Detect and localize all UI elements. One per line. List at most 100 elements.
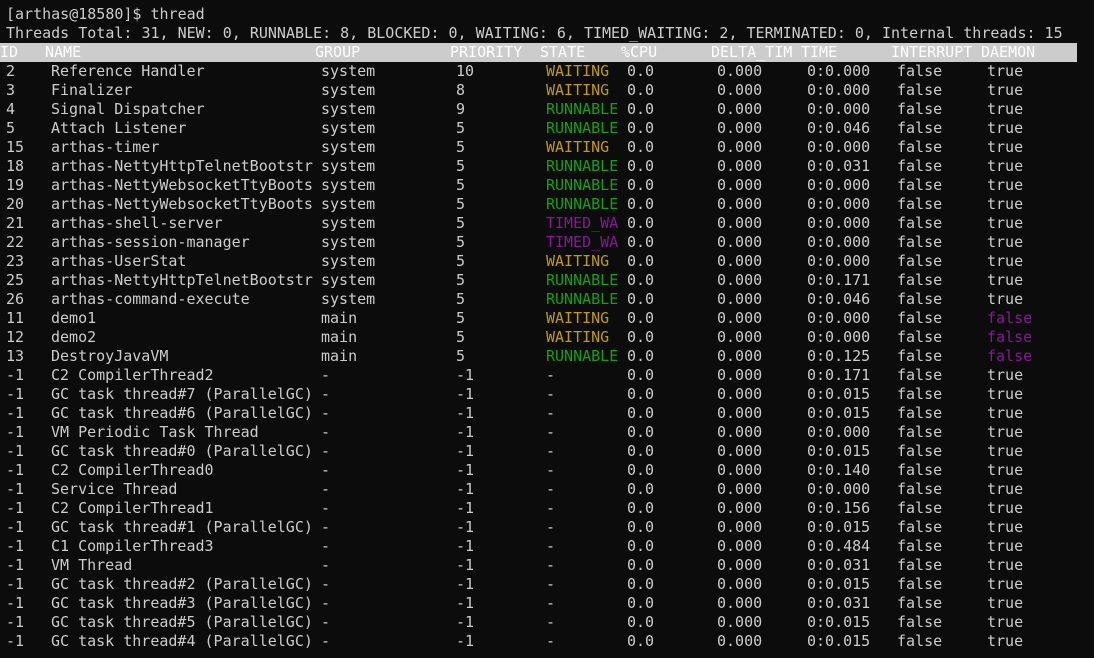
thread-daemon: true <box>987 157 1024 175</box>
thread-interrupt: false <box>897 537 943 555</box>
thread-interrupt: false <box>897 575 943 593</box>
thread-daemon: true <box>987 385 1024 403</box>
header-interrupt: INTERRUPT <box>891 43 973 61</box>
thread-group: system <box>321 290 376 308</box>
thread-state: RUNNABLE <box>546 347 619 365</box>
header-delta-time: DELTA_TIM <box>711 43 793 61</box>
header-group: GROUP <box>315 43 361 61</box>
thread-id: -1 <box>6 499 25 517</box>
table-header: ID NAME GROUP PRIORITY STATE %CPU DELTA_… <box>0 43 1077 62</box>
thread-priority: -1 <box>456 556 475 574</box>
thread-state: - <box>546 613 556 631</box>
thread-state: WAITING <box>546 252 610 270</box>
thread-group: - <box>321 461 331 479</box>
thread-time: 0:0.000 <box>807 138 871 156</box>
thread-priority: 5 <box>456 195 466 213</box>
thread-id: 13 <box>6 347 25 365</box>
thread-group: system <box>321 252 376 270</box>
thread-priority: 5 <box>456 328 466 346</box>
thread-name: C2 CompilerThread1 <box>51 499 214 517</box>
thread-daemon: false <box>987 328 1033 346</box>
thread-state: RUNNABLE <box>546 176 619 194</box>
thread-delta-time: 0.000 <box>717 575 763 593</box>
table-row: 22 arthas-session-manager system 5 TIMED_WA 0… <box>6 233 1094 252</box>
thread-delta-time: 0.000 <box>717 81 763 99</box>
thread-interrupt: false <box>897 556 943 574</box>
thread-id: 21 <box>6 214 25 232</box>
thread-state: - <box>546 442 556 460</box>
table-row: 21 arthas-shell-server system 5 TIMED_WA 0.0 0… <box>6 214 1094 233</box>
thread-priority: 5 <box>456 176 466 194</box>
thread-name: arthas-session-manager <box>51 233 250 251</box>
thread-priority: 5 <box>456 290 466 308</box>
thread-state: RUNNABLE <box>546 119 619 137</box>
header-name: NAME <box>45 43 82 61</box>
table-row: 25 arthas-NettyHttpTelnetBootstr system 5 RU… <box>6 271 1094 290</box>
thread-cpu: 0.0 <box>627 347 655 365</box>
thread-daemon: true <box>987 461 1024 479</box>
thread-time: 0:0.015 <box>807 385 871 403</box>
thread-id: 3 <box>6 81 16 99</box>
thread-state: WAITING <box>546 138 610 156</box>
thread-interrupt: false <box>897 233 943 251</box>
thread-state: WAITING <box>546 62 610 80</box>
thread-delta-time: 0.000 <box>717 309 763 327</box>
thread-daemon: true <box>987 575 1024 593</box>
thread-priority: 5 <box>456 214 466 232</box>
thread-cpu: 0.0 <box>627 100 655 118</box>
thread-name: GC task thread#0 (ParallelGC) <box>51 442 313 460</box>
table-row: -1 GC task thread#7 (ParallelGC) - -1-0.0 0.… <box>6 385 1094 404</box>
thread-group: main <box>321 309 358 327</box>
thread-cpu: 0.0 <box>627 138 655 156</box>
thread-cpu: 0.0 <box>627 537 655 555</box>
table-row: 11 demo1 main 5 WAITING 0.0 0.000 0:0.000 false f… <box>6 309 1094 328</box>
thread-interrupt: false <box>897 119 943 137</box>
thread-interrupt: false <box>897 138 943 156</box>
thread-group: - <box>321 366 331 384</box>
thread-delta-time: 0.000 <box>717 100 763 118</box>
thread-interrupt: false <box>897 518 943 536</box>
terminal-window[interactable]: [arthas@18580]$ thread Threads Total: 31… <box>0 0 1094 658</box>
thread-cpu: 0.0 <box>627 328 655 346</box>
table-row: -1 GC task thread#6 (ParallelGC) - -1-0.0 0.… <box>6 404 1094 423</box>
thread-priority: -1 <box>456 575 475 593</box>
thread-daemon: true <box>987 271 1024 289</box>
thread-daemon: true <box>987 632 1024 650</box>
thread-priority: -1 <box>456 537 475 555</box>
thread-priority: -1 <box>456 404 475 422</box>
thread-time: 0:0.140 <box>807 461 871 479</box>
thread-delta-time: 0.000 <box>717 499 763 517</box>
thread-priority: 5 <box>456 233 466 251</box>
table-row: 2 Reference Handler system 10 WAITING 0.0 0.00… <box>6 62 1094 81</box>
thread-time: 0:0.015 <box>807 518 871 536</box>
thread-state: RUNNABLE <box>546 100 619 118</box>
thread-daemon: true <box>987 423 1024 441</box>
thread-id: 19 <box>6 176 25 194</box>
thread-delta-time: 0.000 <box>717 252 763 270</box>
thread-group: - <box>321 556 331 574</box>
thread-priority: 5 <box>456 119 466 137</box>
thread-id: -1 <box>6 537 25 555</box>
thread-priority: -1 <box>456 385 475 403</box>
thread-name: Signal Dispatcher <box>51 100 205 118</box>
thread-interrupt: false <box>897 347 943 365</box>
thread-priority: -1 <box>456 480 475 498</box>
thread-group: - <box>321 385 331 403</box>
thread-time: 0:0.015 <box>807 632 871 650</box>
thread-cpu: 0.0 <box>627 214 655 232</box>
thread-time: 0:0.015 <box>807 613 871 631</box>
thread-name: C2 CompilerThread0 <box>51 461 214 479</box>
thread-daemon: true <box>987 613 1024 631</box>
thread-time: 0:0.000 <box>807 176 871 194</box>
thread-state: TIMED_WA <box>546 233 619 251</box>
thread-state: RUNNABLE <box>546 157 619 175</box>
thread-group: system <box>321 214 376 232</box>
thread-name: GC task thread#1 (ParallelGC) <box>51 518 313 536</box>
table-row: 19 arthas-NettyWebsocketTtyBoots system 5 RU… <box>6 176 1094 195</box>
thread-group: system <box>321 81 376 99</box>
thread-name: DestroyJavaVM <box>51 347 169 365</box>
thread-name: arthas-shell-server <box>51 214 223 232</box>
thread-state: - <box>546 461 556 479</box>
thread-name: GC task thread#6 (ParallelGC) <box>51 404 313 422</box>
table-row: -1 C2 CompilerThread2 - -1 - 0.0 0.000 0:0.171 f… <box>6 366 1094 385</box>
